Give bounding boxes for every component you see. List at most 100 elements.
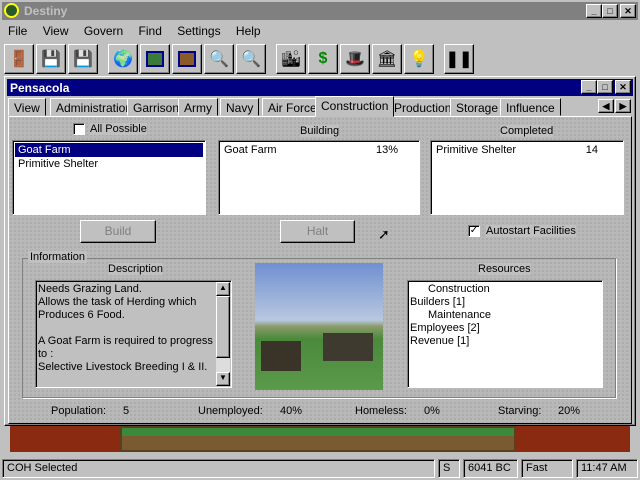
description-line: to : xyxy=(38,348,54,360)
city-title-bar: Pensacola _ □ ✕ xyxy=(7,79,633,96)
hut-shape xyxy=(261,341,301,371)
hat-button[interactable]: 🎩 xyxy=(340,44,370,74)
tab-scroll-left[interactable]: ◀ xyxy=(598,99,614,113)
description-box[interactable]: Needs Grazing Land. Allows the task of H… xyxy=(35,280,232,388)
tab-production[interactable]: Production xyxy=(388,98,458,116)
capitol-icon: 🏛 xyxy=(376,51,398,68)
completed-list[interactable]: Primitive Shelter 14 xyxy=(430,140,624,215)
zoom-out-icon: 🔍 xyxy=(241,51,261,68)
all-possible-checkbox[interactable] xyxy=(73,123,85,135)
city-map-button[interactable] xyxy=(172,44,202,74)
autostart-checkbox[interactable]: ✓ xyxy=(468,225,480,237)
starving-value: 20% xyxy=(558,405,581,417)
scroll-up-button[interactable]: ▲ xyxy=(216,282,230,296)
item-name: Primitive Shelter xyxy=(18,158,99,170)
list-item[interactable]: Goat Farm 13% xyxy=(221,143,417,157)
globe-button[interactable]: 🌍 xyxy=(108,44,138,74)
tab-view[interactable]: View xyxy=(8,98,46,116)
menu-settings[interactable]: Settings xyxy=(177,24,220,38)
mouse-cursor-icon: ➚ xyxy=(378,226,390,242)
description-line: Selective Livestock Breeding I & II. xyxy=(38,361,208,373)
description-scrollbar[interactable]: ▲ ▼ xyxy=(216,282,230,386)
city-minimize-button[interactable]: _ xyxy=(581,80,597,94)
map-button[interactable] xyxy=(140,44,170,74)
tab-scroll-right[interactable]: ▶ xyxy=(615,99,631,113)
hat-icon: 🎩 xyxy=(345,51,365,68)
load-icon: 💾 xyxy=(73,51,93,68)
load-button[interactable]: 💾 xyxy=(68,44,98,74)
status-year: 6041 BC xyxy=(463,459,518,478)
menu-find[interactable]: Find xyxy=(139,24,162,38)
list-item[interactable]: Goat Farm xyxy=(15,143,203,157)
zoom-in-icon: 🔍 xyxy=(209,51,229,68)
resource-item: Employees [2] xyxy=(410,322,480,334)
arrow-left-icon: ◀ xyxy=(602,100,610,111)
population-label: Population: xyxy=(51,405,107,417)
zoom-in-button[interactable]: 🔍 xyxy=(204,44,234,74)
description-line: Needs Grazing Land. xyxy=(38,283,142,295)
list-item[interactable]: Primitive Shelter xyxy=(15,157,203,171)
bulb-icon: 💡 xyxy=(409,51,429,68)
resource-heading: Construction xyxy=(428,283,490,295)
map-frame xyxy=(120,426,516,452)
arrow-right-icon: ▶ xyxy=(619,100,627,111)
description-line: Allows the task of Herding which xyxy=(38,296,197,308)
tab-construction[interactable]: Construction xyxy=(315,96,395,117)
tab-garrison[interactable]: Garrison xyxy=(127,98,186,116)
money-button[interactable]: $ xyxy=(308,44,338,74)
save-icon: 💾 xyxy=(41,51,61,68)
description-line: A Goat Farm is required to progress xyxy=(38,335,213,347)
city-maximize-button[interactable]: □ xyxy=(597,80,613,94)
minimize-button[interactable]: _ xyxy=(586,4,602,18)
list-item[interactable]: Primitive Shelter 14 xyxy=(433,143,621,157)
scroll-thumb[interactable] xyxy=(216,296,230,358)
description-label: Description xyxy=(108,263,164,275)
building-label: Building xyxy=(300,125,340,137)
building-list[interactable]: Goat Farm 13% xyxy=(218,140,420,215)
hut-shape xyxy=(323,333,373,361)
maximize-button[interactable]: □ xyxy=(602,4,618,18)
available-list[interactable]: Goat Farm Primitive Shelter xyxy=(12,140,206,215)
tab-storage[interactable]: Storage xyxy=(450,98,505,116)
map-icon xyxy=(146,51,164,67)
resources-list[interactable]: Construction Builders [1] Maintenance Em… xyxy=(407,280,603,388)
pause-button[interactable]: ❚❚ xyxy=(444,44,474,74)
capitol-button[interactable]: 🏛 xyxy=(372,44,402,74)
tab-influence[interactable]: Influence xyxy=(500,98,561,116)
city-map-icon xyxy=(178,51,196,67)
zoom-out-button[interactable]: 🔍 xyxy=(236,44,266,74)
all-possible-label: All Possible xyxy=(90,123,147,135)
population-value: 5 xyxy=(123,405,130,417)
status-s: S xyxy=(438,459,460,478)
resource-heading: Maintenance xyxy=(428,309,491,321)
pause-icon: ❚❚ xyxy=(445,51,473,68)
map-view[interactable] xyxy=(10,426,630,452)
resources-label: Resources xyxy=(478,263,531,275)
bulb-button[interactable]: 💡 xyxy=(404,44,434,74)
city-close-button[interactable]: ✕ xyxy=(615,80,631,94)
app-icon xyxy=(4,3,19,18)
tab-administration[interactable]: Administration xyxy=(50,98,139,116)
menu-help[interactable]: Help xyxy=(236,24,261,38)
menu-view[interactable]: View xyxy=(43,24,69,38)
halt-button[interactable]: Halt xyxy=(280,220,355,243)
exit-button[interactable]: 🚪 xyxy=(4,44,34,74)
menu-file[interactable]: File xyxy=(8,24,27,38)
item-progress: 13% xyxy=(375,144,398,156)
tab-army[interactable]: Army xyxy=(178,98,218,116)
city-button[interactable]: 🏙 xyxy=(276,44,306,74)
description-text: Needs Grazing Land. Allows the task of H… xyxy=(38,283,213,374)
description-line xyxy=(38,322,213,335)
building-image xyxy=(255,263,383,390)
menu-govern[interactable]: Govern xyxy=(84,24,123,38)
tab-air-force[interactable]: Air Force xyxy=(262,98,323,116)
build-button[interactable]: Build xyxy=(80,220,156,243)
tab-navy[interactable]: Navy xyxy=(220,98,260,116)
description-line: Produces 6 Food. xyxy=(38,309,125,321)
scroll-down-button[interactable]: ▼ xyxy=(216,372,230,386)
resource-item: Revenue [1] xyxy=(410,335,470,347)
save-button[interactable]: 💾 xyxy=(36,44,66,74)
close-button[interactable]: ✕ xyxy=(620,4,636,18)
exit-icon: 🚪 xyxy=(9,51,29,68)
homeless-label: Homeless: xyxy=(355,405,407,417)
